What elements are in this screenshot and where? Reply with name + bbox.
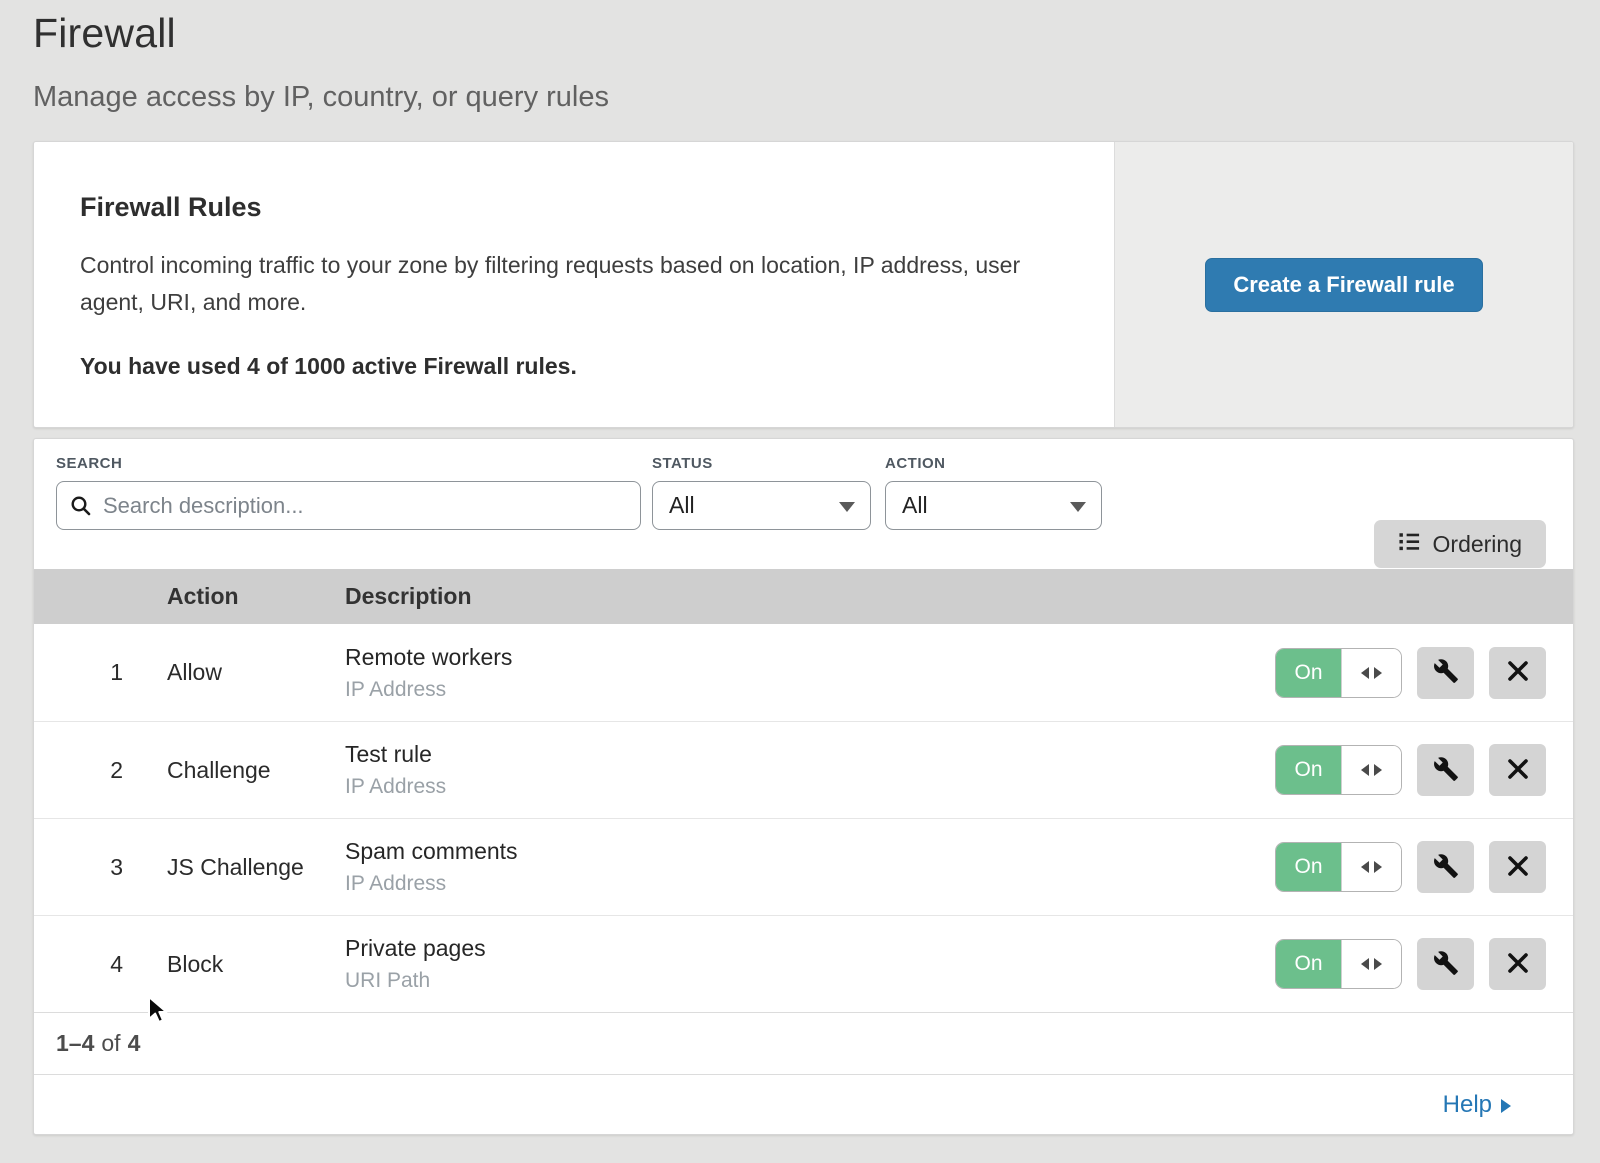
rule-enabled-toggle[interactable]: On [1275,648,1402,698]
rule-action: Block [167,951,345,978]
pagination-total: 4 [128,1030,141,1057]
rule-description-cell: Test rule IP Address [345,741,1273,799]
toggle-on-label: On [1276,746,1341,794]
toggle-on-label: On [1276,649,1341,697]
status-label: STATUS [652,455,871,472]
x-icon [1506,659,1530,686]
rule-priority: 2 [34,757,167,784]
delete-rule-button[interactable] [1489,647,1546,699]
chevron-down-icon [1070,502,1086,512]
rule-priority: 3 [34,854,167,881]
wrench-icon [1433,853,1459,882]
rule-controls: On [1273,744,1573,796]
status-filter-group: STATUS All [652,455,871,569]
action-label: ACTION [885,455,1102,472]
toggle-knob-arrows-icon [1341,843,1401,891]
rule-controls: On [1273,841,1573,893]
table-row: 3 JS Challenge Spam comments IP Address … [34,818,1573,915]
rule-enabled-toggle[interactable]: On [1275,842,1402,892]
rule-action: Allow [167,659,345,686]
filters-bar: SEARCH STATUS All ACTION All [34,439,1573,569]
delete-rule-button[interactable] [1489,841,1546,893]
ordering-button-label: Ordering [1433,531,1522,558]
help-arrow-icon [1501,1099,1511,1113]
table-header: Action Description [34,569,1573,624]
search-icon [69,494,93,523]
page-title: Firewall [33,0,1574,57]
wrench-icon [1433,658,1459,687]
rule-description: Private pages [345,935,1273,962]
rule-controls: On [1273,938,1573,990]
pagination: 1–4 of 4 [34,1012,1573,1074]
rule-description-cell: Private pages URI Path [345,935,1273,993]
list-icon [1398,530,1421,559]
overview-heading: Firewall Rules [80,192,1054,223]
delete-rule-button[interactable] [1489,938,1546,990]
table-row: 4 Block Private pages URI Path On [34,915,1573,1012]
toggle-on-label: On [1276,940,1341,988]
rule-description: Remote workers [345,644,1273,671]
rule-description-cell: Spam comments IP Address [345,838,1273,896]
rule-action: JS Challenge [167,854,345,881]
x-icon [1506,951,1530,978]
overview-description: Control incoming traffic to your zone by… [80,247,1040,321]
wrench-icon [1433,950,1459,979]
action-selected-value: All [902,492,928,518]
delete-rule-button[interactable] [1489,744,1546,796]
edit-rule-button[interactable] [1417,647,1474,699]
action-filter-group: ACTION All [885,455,1102,569]
pagination-range: 1–4 [56,1030,94,1057]
rule-description: Test rule [345,741,1273,768]
table-row: 1 Allow Remote workers IP Address On [34,624,1573,721]
toggle-knob-arrows-icon [1341,940,1401,988]
action-column-header: Action [167,583,345,610]
table-row: 2 Challenge Test rule IP Address On [34,721,1573,818]
firewall-rules-list-card: SEARCH STATUS All ACTION All [33,438,1574,1135]
rule-controls: On [1273,647,1573,699]
wrench-icon [1433,756,1459,785]
search-filter-group: SEARCH [56,455,641,569]
rule-priority: 1 [34,659,167,686]
description-column-header: Description [345,583,1273,610]
status-select[interactable]: All [652,481,871,530]
overview-action-panel: Create a Firewall rule [1114,142,1573,427]
toggle-knob-arrows-icon [1341,746,1401,794]
overview-text-panel: Firewall Rules Control incoming traffic … [34,142,1114,427]
page-subtitle: Manage access by IP, country, or query r… [33,81,1574,114]
rule-description-cell: Remote workers IP Address [345,644,1273,702]
rule-description: Spam comments [345,838,1273,865]
search-input[interactable] [56,481,641,530]
rule-match-type: URI Path [345,969,1273,993]
rule-match-type: IP Address [345,872,1273,896]
firewall-page: Firewall Manage access by IP, country, o… [0,0,1600,1135]
action-select[interactable]: All [885,481,1102,530]
toggle-knob-arrows-icon [1341,649,1401,697]
x-icon [1506,854,1530,881]
search-label: SEARCH [56,455,641,472]
overview-usage-count: You have used 4 of 1000 active Firewall … [80,353,1054,380]
edit-rule-button[interactable] [1417,744,1474,796]
rule-match-type: IP Address [345,678,1273,702]
help-link[interactable]: Help [1443,1091,1511,1119]
ordering-button[interactable]: Ordering [1374,520,1546,568]
card-footer: Help [34,1074,1573,1134]
edit-rule-button[interactable] [1417,938,1474,990]
rule-match-type: IP Address [345,775,1273,799]
toggle-on-label: On [1276,843,1341,891]
pagination-of: of [94,1030,127,1057]
help-link-label: Help [1443,1091,1492,1119]
rule-action: Challenge [167,757,345,784]
rule-enabled-toggle[interactable]: On [1275,745,1402,795]
rule-enabled-toggle[interactable]: On [1275,939,1402,989]
rule-priority: 4 [34,951,167,978]
status-selected-value: All [669,492,695,518]
chevron-down-icon [839,502,855,512]
firewall-rules-overview-card: Firewall Rules Control incoming traffic … [33,141,1574,428]
create-firewall-rule-button[interactable]: Create a Firewall rule [1205,258,1482,312]
x-icon [1506,757,1530,784]
edit-rule-button[interactable] [1417,841,1474,893]
